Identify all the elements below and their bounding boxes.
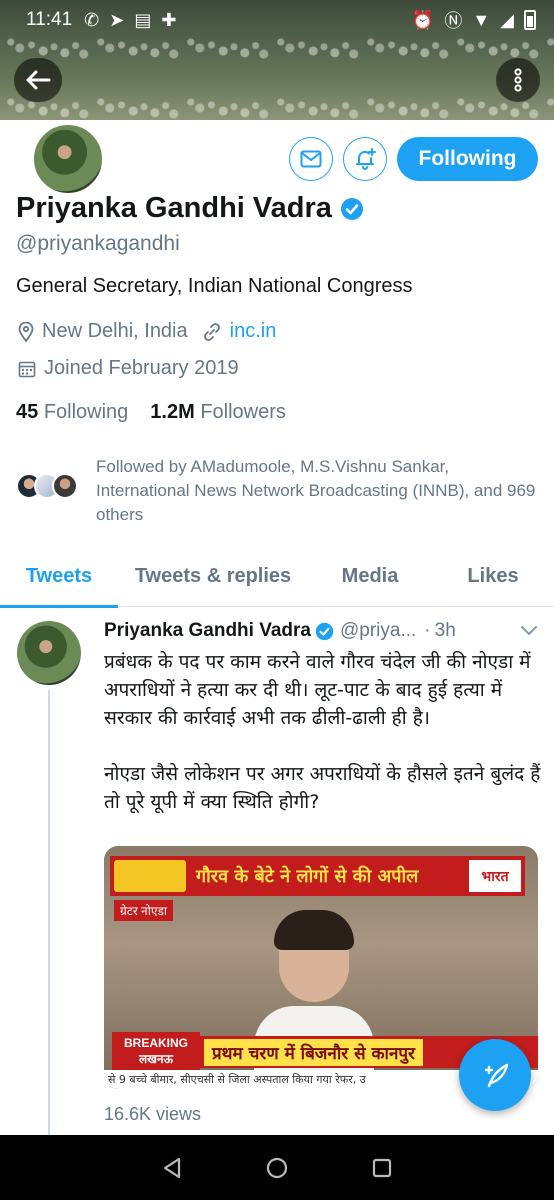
video-headline: गौरव के बेटे ने लोगों से की अपील <box>196 866 419 887</box>
app-icon: ▤ <box>134 9 152 30</box>
nav-home-icon[interactable] <box>265 1156 289 1180</box>
channel-logo-left <box>114 860 186 892</box>
followers-count: 1.2M <box>150 401 195 423</box>
breaking-badge: BREAKING लखनऊ <box>112 1032 200 1070</box>
profile-name: Priyanka Gandhi Vadra <box>16 192 332 224</box>
back-button[interactable] <box>14 58 62 102</box>
whatsapp-icon: ✆ <box>84 9 100 30</box>
profile-counts: 45 Following 1.2M Followers <box>16 401 286 424</box>
tab-likes[interactable]: Likes <box>432 545 554 607</box>
profile-website-link[interactable]: inc.in <box>230 320 277 343</box>
verified-badge-icon <box>315 622 334 640</box>
arrow-left-icon <box>26 70 51 90</box>
followed-by-text: Followed by AMadumoole, M.S.Vishnu Sanka… <box>96 457 536 524</box>
tweet-avatar[interactable] <box>17 621 81 685</box>
avatar <box>52 473 78 499</box>
video-lower-text: प्रथम चरण में बिजनौर से कानपुर <box>204 1038 424 1066</box>
alarm-icon: ⏰ <box>411 9 435 30</box>
tab-media[interactable]: Media <box>308 545 432 607</box>
status-left-icons: ✆ ➤ ▤ ✚ <box>84 10 176 31</box>
profile-tabs: Tweets Tweets & replies Media Likes <box>0 545 554 608</box>
location-pin-icon <box>18 321 34 342</box>
following-count-link[interactable]: 45 Following <box>16 401 128 424</box>
followers-count-link[interactable]: 1.2M Followers <box>150 401 286 424</box>
nav-back-icon[interactable] <box>161 1156 183 1180</box>
profile-meta-joined: Joined February 2019 <box>18 357 239 380</box>
tweet-header: Priyanka Gandhi Vadra @priya... · 3h <box>104 620 544 642</box>
followed-by-row[interactable]: Followed by AMadumoole, M.S.Vishnu Sanka… <box>16 455 546 527</box>
status-right-icons: ⏰ Ⓝ ▼ ◢ <box>412 7 536 33</box>
status-bar: 11:41 ✆ ➤ ▤ ✚ ⏰ Ⓝ ▼ ◢ <box>0 0 554 40</box>
tweet-handle: @priya... <box>339 620 417 641</box>
add-person-icon: ✚ <box>161 9 177 30</box>
message-button[interactable] <box>289 137 333 181</box>
profile-avatar[interactable] <box>30 121 106 197</box>
tab-tweets[interactable]: Tweets <box>0 545 118 608</box>
following-count: 45 <box>16 401 39 423</box>
link-icon <box>203 322 220 341</box>
profile-name-row: Priyanka Gandhi Vadra <box>16 192 364 225</box>
breaking-label: BREAKING <box>123 1035 188 1050</box>
calendar-icon <box>18 361 36 377</box>
tweet-separator: · <box>424 620 431 641</box>
tab-tweets-replies[interactable]: Tweets & replies <box>118 545 308 607</box>
nfc-icon: Ⓝ <box>444 11 463 31</box>
telegram-icon: ➤ <box>109 9 125 30</box>
wifi-icon: ▼ <box>472 9 491 30</box>
tweet-text: प्रबंधक के पद पर काम करने वाले गौरव चंदे… <box>104 651 541 813</box>
tweet-author[interactable]: Priyanka Gandhi Vadra <box>104 620 311 642</box>
profile-location: New Delhi, India <box>42 320 188 342</box>
video-top-banner: गौरव के बेटे ने लोगों से की अपील भारत <box>110 856 525 896</box>
video-place-tag: ग्रेटर नोएडा <box>114 900 173 921</box>
following-label: Following <box>43 401 129 423</box>
following-button[interactable]: Following <box>397 137 538 181</box>
profile-bio: General Secretary, Indian National Congr… <box>16 275 413 297</box>
profile-joined: Joined February 2019 <box>44 357 239 379</box>
followers-label: Followers <box>200 401 286 423</box>
tweet-views: 16.6K views <box>104 1104 202 1124</box>
chevron-down-icon[interactable] <box>520 625 538 637</box>
notifications-button[interactable] <box>343 137 387 181</box>
thread-line <box>48 690 50 1135</box>
system-nav-bar <box>0 1135 554 1200</box>
battery-icon <box>524 10 536 30</box>
signal-icon: ◢ <box>500 9 514 30</box>
followed-by-avatars <box>16 473 78 499</box>
tweet-time: 3h <box>434 620 456 641</box>
envelope-icon <box>300 150 322 168</box>
more-options-button[interactable] <box>496 58 540 102</box>
verified-badge-icon <box>340 197 363 220</box>
compose-feather-icon <box>484 1063 509 1088</box>
compose-tweet-button[interactable] <box>459 1039 531 1111</box>
status-time: 11:41 <box>26 9 73 30</box>
channel-logo-right: भारत <box>469 860 521 892</box>
profile-handle: @priyankagandhi <box>16 232 180 255</box>
profile-meta-location: New Delhi, India inc.in <box>18 320 276 343</box>
breaking-city: लखनऊ <box>138 1051 174 1066</box>
bell-plus-icon <box>356 148 376 170</box>
nav-recents-icon[interactable] <box>371 1157 393 1179</box>
person-hair <box>274 910 354 950</box>
more-vertical-icon <box>514 68 522 92</box>
